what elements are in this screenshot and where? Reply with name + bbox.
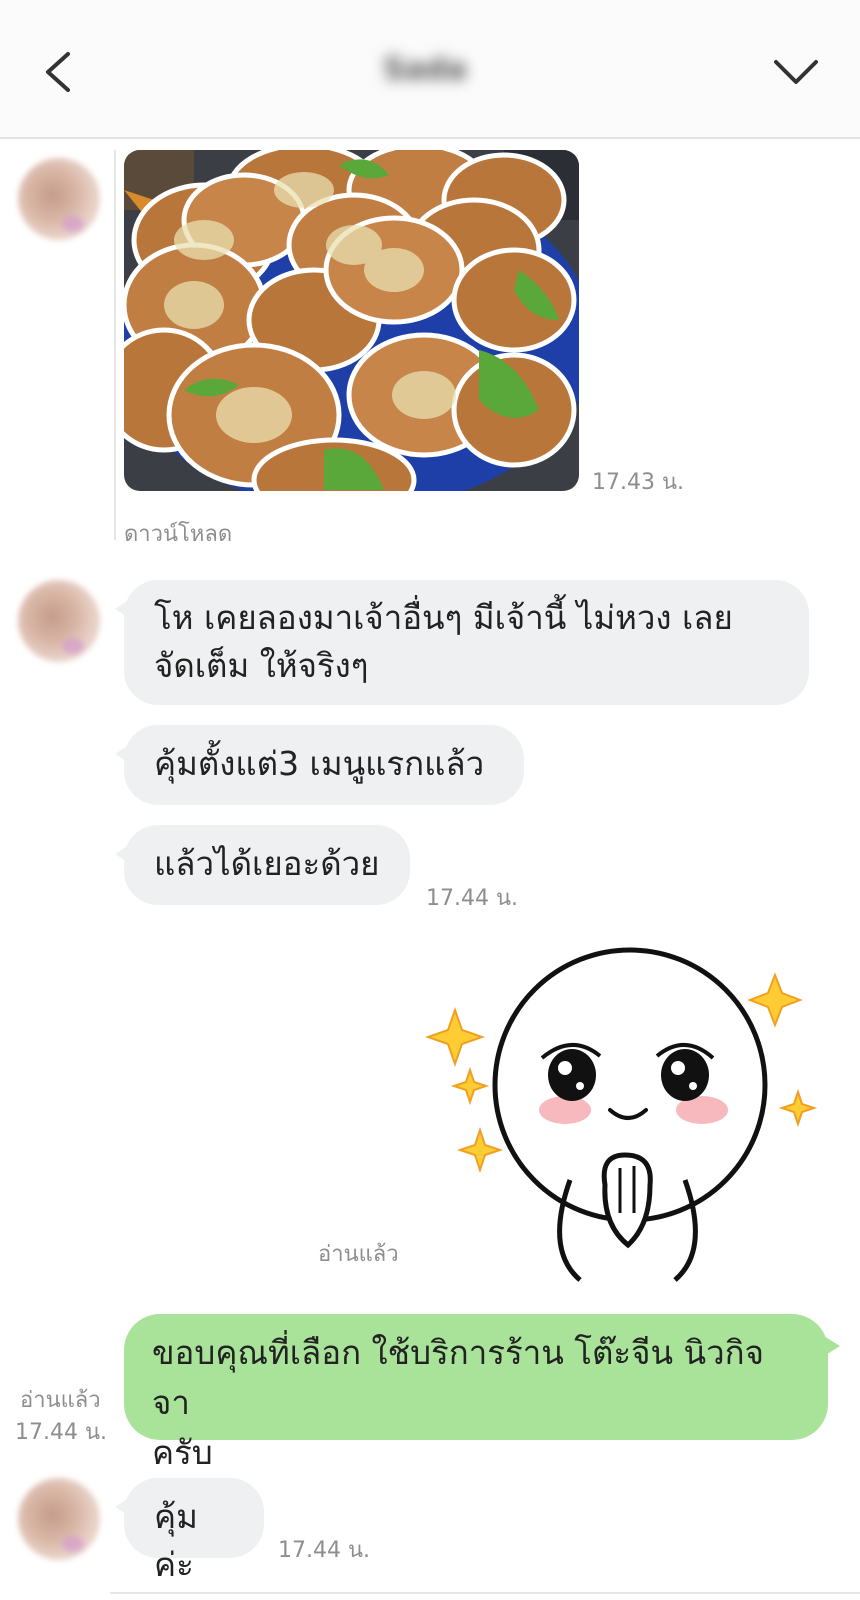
divider [114, 150, 116, 540]
avatar[interactable] [18, 1478, 100, 1560]
download-link[interactable]: ดาวน์โหลด [124, 516, 232, 551]
back-button[interactable] [36, 44, 84, 100]
message-bubble-outgoing[interactable]: ขอบคุณที่เลือก ใช้บริการร้าน โต๊ะจีน นิว… [124, 1314, 840, 1472]
sticker-image [424, 947, 818, 1282]
message-bubble[interactable]: โห เคยลองมาเจ้าอื่นๆ มีเจ้านี้ ไม่หวง เล… [115, 580, 809, 705]
message-text: จัดเต็ม ให้จริงๆ [154, 646, 369, 685]
divider [110, 1592, 860, 1594]
read-receipt: อ่านแล้ว [318, 1242, 399, 1267]
message-text: ขอบคุณที่เลือก ใช้บริการร้าน โต๊ะจีน นิว… [152, 1333, 764, 1422]
message-text: แล้วได้เยอะด้วย [154, 844, 380, 883]
chat-title[interactable]: Sada [370, 52, 480, 88]
chat-header: Sada [0, 0, 860, 139]
photo-message[interactable] [124, 150, 579, 491]
message-bubble[interactable]: แล้วได้เยอะด้วย [115, 825, 410, 905]
message-bubble[interactable]: คุ้มตั้งแต่3 เมนูแรกแล้ว [115, 725, 524, 805]
message-time: 17.44 น. [426, 886, 519, 911]
message-text: คุ้มตั้งแต่3 เมนูแรกแล้ว [154, 744, 485, 783]
read-receipt: อ่านแล้ว [20, 1388, 101, 1413]
message-text: โห เคยลองมาเจ้าอื่นๆ มีเจ้านี้ ไม่หวง เล… [154, 598, 733, 637]
avatar[interactable] [18, 580, 100, 662]
message-time: 17.43 น. [592, 470, 685, 495]
message-time: 17.44 น. [15, 1420, 108, 1445]
praying-face-sticker[interactable] [420, 940, 820, 1290]
avatar[interactable] [18, 158, 100, 240]
message-text: คุ้มค่ะ [154, 1497, 198, 1584]
chevron-left-icon [46, 52, 70, 92]
chevron-down-icon [774, 60, 818, 84]
message-time: 17.44 น. [278, 1538, 371, 1563]
message-bubble[interactable]: คุ้มค่ะ [115, 1478, 264, 1584]
food-photo [124, 150, 579, 491]
message-text: ครับ [152, 1433, 213, 1472]
chat-menu-button[interactable] [770, 52, 822, 92]
